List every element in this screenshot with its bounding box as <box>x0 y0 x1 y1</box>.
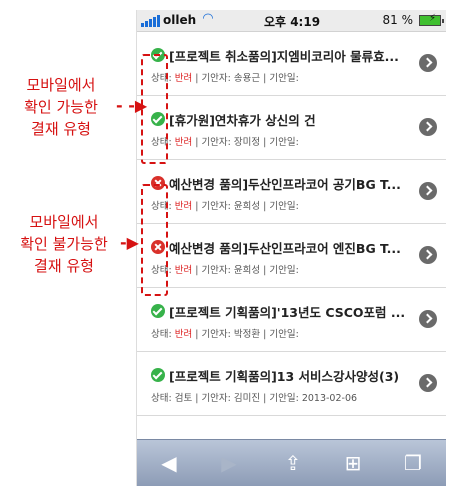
forward-icon[interactable]: ▶ <box>209 440 249 486</box>
approval-drafter: 송용근 <box>233 73 261 84</box>
approval-status: 반려 <box>174 201 193 212</box>
approval-drafter: 김미진 <box>233 393 261 404</box>
approval-meta: 상태: 반려 | 기안자: 송용근 | 기안일: <box>151 73 299 84</box>
approval-title: 예산변경 품의]두산인프라코어 엔진BG T... <box>169 241 401 256</box>
arrow-right-icon: - -▶ <box>116 96 148 115</box>
annotation-viewable: 모바일에서 확인 가능한 결재 유형 <box>24 76 98 138</box>
approval-meta: 상태: 반려 | 기안자: 윤희성 | 기안일: <box>151 265 299 276</box>
approve-icon <box>151 304 165 318</box>
disclosure-chevron-icon[interactable] <box>419 118 437 136</box>
approval-row[interactable]: [휴가원]연차휴가 상신의 건 상태: 반려 | 기안자: 장미정 | 기안일: <box>137 96 446 160</box>
approval-meta: 상태: 반려 | 기안자: 장미정 | 기안일: <box>151 137 299 148</box>
annotation-not-viewable: 모바일에서 확인 불가능한 결재 유형 <box>20 213 108 275</box>
approval-row[interactable]: 예산변경 품의]두산인프라코어 엔진BG T... 상태: 반려 | 기안자: … <box>137 224 446 288</box>
annotation-box-not-viewable <box>141 184 168 296</box>
approval-status: 반려 <box>174 137 193 148</box>
battery-percent: 81 % <box>382 13 414 27</box>
approval-row[interactable]: [프로젝트 취소품의]지엠비코리아 물류효... 상태: 반려 | 기안자: 송… <box>137 32 446 96</box>
approval-title: [프로젝트 취소품의]지엠비코리아 물류효... <box>169 49 399 64</box>
approval-row[interactable]: [프로젝트 기획품의]13 서비스강사양성(3) 상태: 검토 | 기안자: 김… <box>137 352 446 416</box>
share-icon[interactable]: ⇪ <box>273 440 313 486</box>
approval-row[interactable]: [프로젝트 기획품의]'13년도 CSCO포럼 ... 상태: 반려 | 기안자… <box>137 288 446 352</box>
approval-meta: 상태: 검토 | 기안자: 김미진 | 기안일: 2013-02-06 <box>151 393 358 404</box>
approval-title: [프로젝트 기획품의]13 서비스강사양성(3) <box>169 369 400 384</box>
approval-list: [프로젝트 취소품의]지엠비코리아 물류효... 상태: 반려 | 기안자: 송… <box>137 32 446 416</box>
approval-title: 예산변경 품의]두산인프라코어 공기BG T... <box>169 177 401 192</box>
approval-meta: 상태: 반려 | 기안자: 박정환 | 기안일: <box>151 329 299 340</box>
approval-status: 반려 <box>174 265 193 276</box>
approval-status: 반려 <box>174 329 193 340</box>
approval-title: [프로젝트 기획품의]'13년도 CSCO포럼 ... <box>169 305 406 320</box>
back-icon[interactable]: ◀ <box>149 440 189 486</box>
approval-status: 반려 <box>174 73 193 84</box>
disclosure-chevron-icon[interactable] <box>419 182 437 200</box>
charging-icon: ⚡ <box>428 13 436 24</box>
approval-drafter: 박정환 <box>233 329 261 340</box>
approval-row[interactable]: 예산변경 품의]두산인프라코어 공기BG T... 상태: 반려 | 기안자: … <box>137 160 446 224</box>
approval-date: 2013-02-06 <box>301 393 358 404</box>
approval-drafter: 윤희성 <box>233 265 261 276</box>
approval-meta: 상태: 반려 | 기안자: 윤희성 | 기안일: <box>151 201 299 212</box>
disclosure-chevron-icon[interactable] <box>419 374 437 392</box>
disclosure-chevron-icon[interactable] <box>419 310 437 328</box>
approval-drafter: 윤희성 <box>233 201 261 212</box>
arrow-right-icon: -▶ <box>120 233 139 252</box>
approval-status: 검토 <box>174 393 193 404</box>
disclosure-chevron-icon[interactable] <box>419 54 437 72</box>
phone-screen: olleh ◠ 오후 4:19 81 % ⚡ [프로젝트 취소품의]지엠비코리아… <box>136 10 446 486</box>
browser-toolbar: ◀ ▶ ⇪ ⊞ ❐ <box>137 439 446 486</box>
tabs-icon[interactable]: ❐ <box>393 440 433 486</box>
approve-icon <box>151 368 165 382</box>
status-bar: olleh ◠ 오후 4:19 81 % ⚡ <box>137 10 446 32</box>
approval-title: [휴가원]연차휴가 상신의 건 <box>169 113 316 128</box>
disclosure-chevron-icon[interactable] <box>419 246 437 264</box>
approval-drafter: 장미정 <box>233 137 261 148</box>
bookmarks-icon[interactable]: ⊞ <box>333 440 373 486</box>
